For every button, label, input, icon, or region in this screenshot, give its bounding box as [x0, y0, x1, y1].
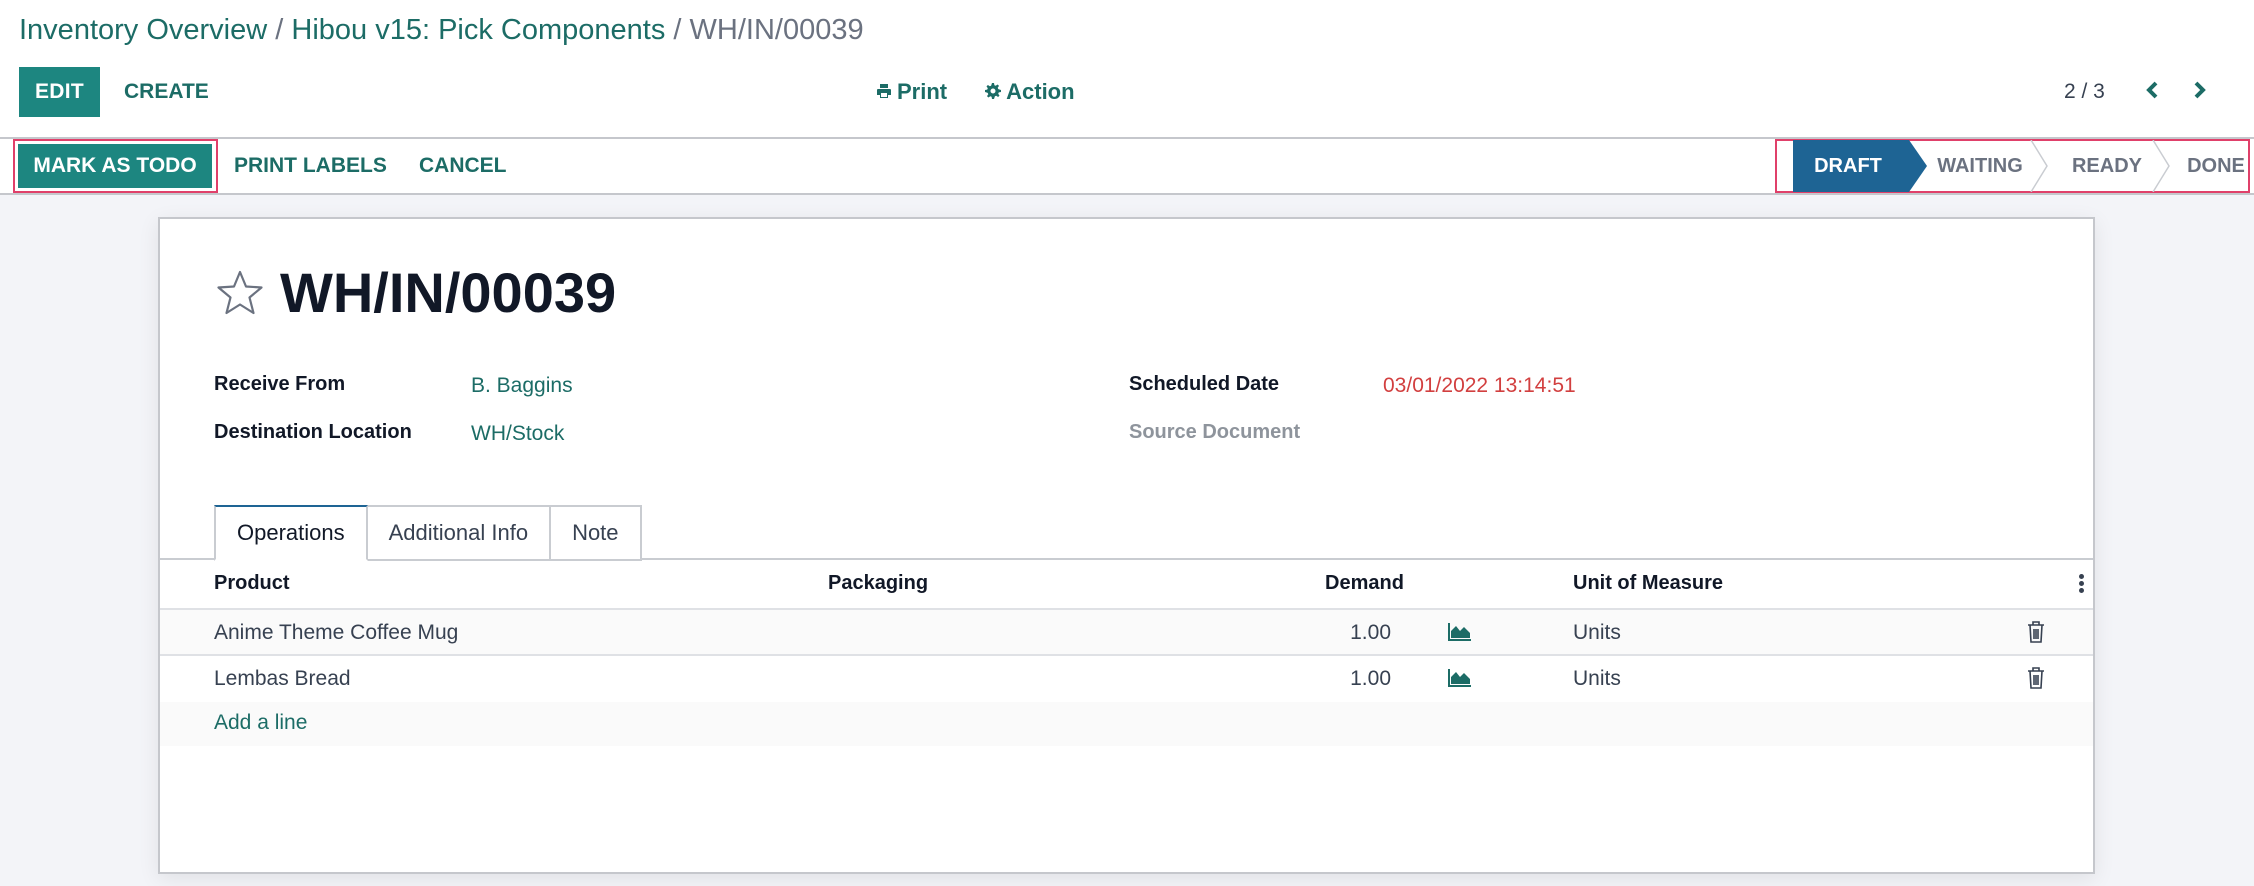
printer-icon: [876, 79, 892, 105]
stage-done[interactable]: DONE: [2161, 140, 2253, 192]
tab-note[interactable]: Note: [551, 505, 642, 561]
source-document-label: Source Document: [1129, 421, 1301, 443]
tab-label: Operations: [237, 520, 345, 545]
statusbar: MARK AS TODO PRINT LABELS CANCEL DRAFT W…: [0, 137, 2254, 195]
stage-draft[interactable]: DRAFT: [1793, 140, 1927, 192]
breadcrumb-item-inventory-overview[interactable]: Inventory Overview: [19, 14, 267, 46]
operations-table-header: Product Packaging Demand Unit of Measure: [160, 560, 2093, 610]
chevron-right-icon: [2193, 81, 2207, 104]
form-sheet: WH/IN/00039 Receive From B. Baggins Dest…: [158, 217, 2095, 874]
column-header-product[interactable]: Product: [214, 572, 290, 595]
stage-pipeline: DRAFT WAITING READY DONE: [1793, 139, 2253, 193]
pager-previous-button[interactable]: [2137, 77, 2167, 107]
cancel-button[interactable]: CANCEL: [419, 144, 507, 188]
action-menus: Print Action: [876, 72, 1075, 112]
demand-cell: 1.00: [1350, 667, 1391, 690]
notebook-tabs: Operations Additional Info Note: [214, 505, 642, 561]
breadcrumb-separator: /: [665, 14, 690, 46]
destination-location-label: Destination Location: [214, 421, 412, 443]
table-row[interactable]: Anime Theme Coffee Mug 1.00 Units: [160, 610, 2093, 656]
add-a-line-link[interactable]: Add a line: [214, 711, 307, 735]
action-menu-button[interactable]: Action: [985, 79, 1075, 105]
trash-icon[interactable]: [2027, 620, 2045, 644]
tab-additional-info[interactable]: Additional Info: [367, 505, 552, 561]
product-cell: Lembas Bread: [214, 667, 351, 690]
record-title: WH/IN/00039: [280, 261, 617, 324]
optional-columns-kebab-icon[interactable]: [2077, 574, 2085, 596]
mark-as-todo-button[interactable]: MARK AS TODO: [18, 144, 212, 188]
create-button[interactable]: CREATE: [112, 67, 221, 117]
table-row[interactable]: Lembas Bread 1.00 Units: [160, 656, 2093, 702]
tab-label: Additional Info: [388, 520, 529, 545]
add-line-row: Add a line: [160, 702, 2093, 746]
tab-operations[interactable]: Operations: [214, 505, 368, 561]
edit-button[interactable]: EDIT: [19, 67, 100, 117]
pager-next-button[interactable]: [2185, 77, 2215, 107]
tab-label: Note: [572, 520, 619, 545]
scheduled-date-value[interactable]: 03/01/2022 13:14:51: [1383, 374, 1576, 398]
product-cell: Anime Theme Coffee Mug: [214, 621, 459, 644]
action-menu-label: Action: [1006, 79, 1075, 104]
pager-value[interactable]: 2 / 3: [2064, 80, 2105, 104]
column-header-packaging[interactable]: Packaging: [828, 572, 928, 595]
print-menu-label: Print: [897, 79, 948, 104]
demand-cell: 1.00: [1350, 621, 1391, 644]
pager: 2 / 3: [2064, 72, 2233, 112]
stage-label: WAITING: [1937, 154, 2023, 177]
uom-cell: Units: [1573, 621, 1621, 644]
column-header-unit-of-measure[interactable]: Unit of Measure: [1573, 572, 1723, 595]
breadcrumb-separator: /: [267, 14, 292, 46]
breadcrumb-current: WH/IN/00039: [689, 14, 864, 46]
star-icon[interactable]: [214, 267, 266, 319]
control-panel: Inventory Overview / Hibou v15: Pick Com…: [0, 0, 2254, 137]
breadcrumb-item-pick-components[interactable]: Hibou v15: Pick Components: [291, 14, 665, 46]
forecast-chart-icon[interactable]: [1448, 622, 1472, 642]
trash-icon[interactable]: [2027, 666, 2045, 690]
breadcrumb: Inventory Overview / Hibou v15: Pick Com…: [19, 10, 864, 50]
stage-label: DONE: [2187, 154, 2245, 177]
scheduled-date-label: Scheduled Date: [1129, 373, 1280, 395]
stage-ready[interactable]: READY: [2039, 139, 2170, 193]
uom-cell: Units: [1573, 667, 1621, 690]
column-header-demand[interactable]: Demand: [1325, 572, 1404, 595]
gear-icon: [985, 79, 1002, 105]
stage-label: DRAFT: [1814, 154, 1882, 177]
receive-from-value[interactable]: B. Baggins: [471, 374, 573, 398]
stage-label: READY: [2071, 154, 2142, 177]
forecast-chart-icon[interactable]: [1448, 668, 1472, 688]
record-title-row: WH/IN/00039: [214, 261, 616, 325]
chevron-left-icon: [2145, 81, 2159, 104]
print-menu-button[interactable]: Print: [876, 79, 947, 105]
destination-location-value[interactable]: WH/Stock: [471, 422, 564, 446]
stage-waiting[interactable]: WAITING: [1909, 139, 2048, 193]
print-labels-button[interactable]: PRINT LABELS: [234, 144, 387, 188]
receive-from-label: Receive From: [214, 373, 346, 395]
